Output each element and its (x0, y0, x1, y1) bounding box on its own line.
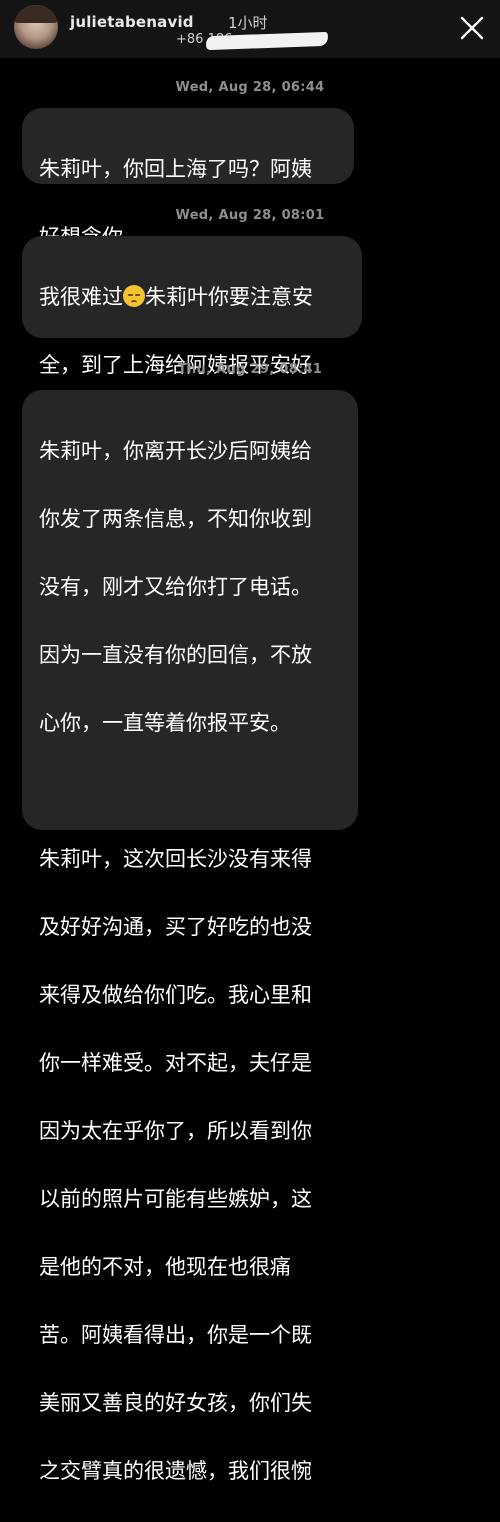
message-line: 因为一直没有你的回信，不放 (39, 643, 312, 667)
redaction-mark (205, 31, 329, 51)
message-line: 美丽又善良的好女孩，你们失 (39, 1391, 312, 1415)
chat-header: julietabenavid 1小时 +86 186 (0, 0, 500, 58)
message-text: 我很难过 (39, 285, 123, 309)
message-line: 是他的不对，他现在也很痛 (39, 1255, 291, 1279)
message-line: 来得及做给你们吃。我心里和 (39, 983, 312, 1007)
message-line: 没有，刚才又给你打了电话。 (39, 575, 312, 599)
avatar-hair (14, 5, 58, 23)
message-line: 以前的照片可能有些嫉妒，这 (39, 1187, 312, 1211)
message-line: 你发了两条信息，不知你收到 (39, 507, 312, 531)
message-line: 我很难过 朱莉叶你要注意安 (39, 280, 346, 314)
avatar[interactable] (14, 5, 58, 49)
message-line: 苦。阿姨看得出，你是一个既 (39, 1323, 312, 1347)
message-bubble[interactable]: 朱莉叶，你回上海了吗？阿姨 好想念你。 (22, 108, 354, 249)
username[interactable]: julietabenavid (70, 13, 194, 31)
message-line: 你一样难受。对不起，夫仔是 (39, 1051, 312, 1075)
message-timestamp: Wed, Aug 28, 06:44 (175, 80, 325, 95)
message-bubble[interactable]: 我很难过朱莉叶你要注意安 全，到了上海给阿姨报平安好 吗？ (22, 236, 362, 445)
message-line: 因为太在乎你了，所以看到你 (39, 1119, 312, 1143)
message-line: 心你，一直等着你报平安。 (39, 711, 291, 735)
message-bubble[interactable]: 朱莉叶，你离开长沙后阿姨给 你发了两条信息，不知你收到 没有，刚才又给你打了电话… (22, 390, 358, 1483)
message-line: 及好好沟通，买了好吃的也没 (39, 915, 312, 939)
message-text: 朱莉叶你要注意安 (145, 285, 313, 309)
message-timestamp: Wed, Aug 28, 08:01 (175, 208, 325, 223)
close-icon (460, 16, 484, 40)
time-ago: 1小时 (228, 14, 268, 32)
message-line: 朱莉叶，这次回长沙没有来得 (39, 847, 312, 871)
message-line: 朱莉叶，你回上海了吗？阿姨 (39, 157, 312, 181)
message-timestamp: Thu, Aug 29, 08:41 (177, 362, 323, 377)
message-line: 朱莉叶，你离开长沙后阿姨给 (39, 439, 312, 463)
close-button[interactable] (456, 12, 488, 44)
pensive-face-icon (123, 285, 145, 307)
message-line: 之交臂真的很遗憾，我们很惋 (39, 1459, 312, 1483)
